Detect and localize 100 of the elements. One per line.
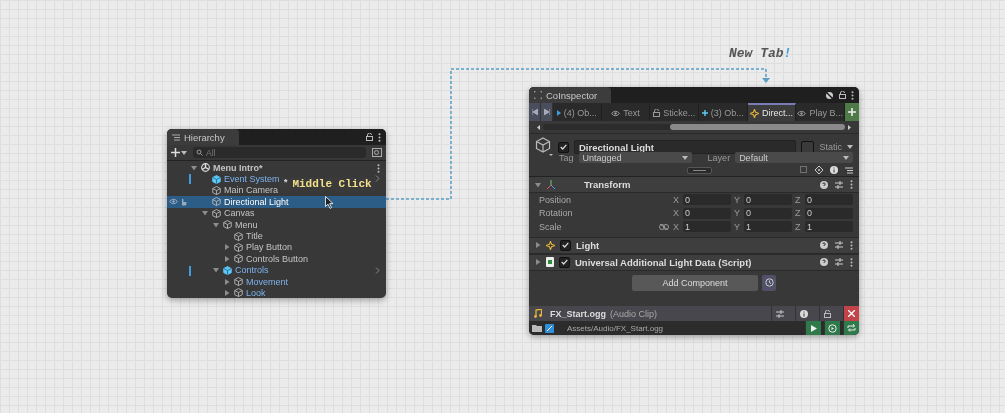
number-field[interactable]: 1: [805, 221, 853, 233]
collapsed-arrow-icon[interactable]: [535, 242, 541, 248]
sliders-icon[interactable]: [835, 241, 843, 249]
more-icon[interactable]: [850, 180, 853, 189]
more-icon[interactable]: [378, 132, 381, 142]
cube-icon: [212, 174, 221, 184]
folder-icon[interactable]: [532, 324, 542, 332]
number-field[interactable]: 0: [805, 207, 853, 219]
add-button[interactable]: [171, 148, 187, 157]
axis-label: Z: [795, 194, 802, 205]
number-field[interactable]: 1: [744, 221, 792, 233]
inspector-tab[interactable]: CoInspector: [529, 87, 612, 103]
lock-icon[interactable]: [839, 91, 846, 99]
scene-search-icon[interactable]: [372, 148, 382, 157]
lock-icon[interactable]: [824, 309, 831, 318]
expanded-arrow-icon[interactable]: [213, 267, 219, 274]
help-icon[interactable]: [820, 180, 828, 189]
play-button[interactable]: [805, 321, 821, 335]
autoplay-button[interactable]: [824, 321, 840, 335]
collapse-handle-icon[interactable]: [687, 166, 712, 174]
tag-dropdown[interactable]: Untagged: [578, 152, 692, 163]
cube-icon: [234, 254, 243, 264]
number-field[interactable]: 0: [683, 194, 731, 206]
active-checkbox[interactable]: [558, 141, 569, 153]
help-icon[interactable]: [820, 241, 828, 249]
tree-item[interactable]: Title: [246, 231, 263, 242]
number-field[interactable]: 0: [683, 207, 731, 219]
tree-item[interactable]: Main Camera: [224, 185, 279, 196]
tree-item[interactable]: Controls: [235, 265, 269, 276]
collapsed-arrow-icon[interactable]: [224, 290, 230, 296]
layer-dropdown[interactable]: Default: [735, 152, 853, 163]
expanded-arrow-icon[interactable]: [191, 164, 197, 171]
inspector-tab-button[interactable]: Play B...: [796, 103, 846, 121]
lock-icon[interactable]: [653, 109, 661, 117]
axis-label: X: [673, 194, 680, 205]
sliders-icon: [775, 309, 784, 318]
tree-item[interactable]: Menu Intro*: [213, 162, 263, 173]
number-field[interactable]: 1: [683, 221, 731, 233]
list-icon[interactable]: [845, 166, 853, 174]
sliders-icon[interactable]: [835, 258, 843, 266]
info-button[interactable]: [795, 306, 811, 321]
list-icon: [172, 133, 180, 141]
sliders-icon[interactable]: [835, 180, 843, 189]
asset-type: (Audio Clip): [610, 308, 658, 319]
info-icon[interactable]: [830, 166, 838, 174]
collapsed-arrow-icon[interactable]: [224, 244, 230, 251]
collapsed-arrow-icon[interactable]: [535, 259, 541, 265]
close-button[interactable]: [843, 306, 859, 321]
select-icon[interactable]: [800, 166, 808, 174]
scroll-right-icon[interactable]: [848, 124, 851, 130]
more-icon[interactable]: [850, 257, 853, 267]
number-field[interactable]: 0: [744, 194, 792, 206]
cursor-icon: [325, 196, 334, 209]
search-field[interactable]: All: [193, 147, 366, 158]
history-button[interactable]: [762, 274, 776, 291]
lock-icon[interactable]: [366, 133, 373, 141]
tree-item[interactable]: Menu: [235, 219, 258, 230]
more-icon[interactable]: [850, 240, 853, 250]
expanded-arrow-icon[interactable]: [202, 210, 208, 217]
component-header[interactable]: Light: [529, 236, 859, 254]
more-icon[interactable]: [851, 90, 854, 100]
eye-icon[interactable]: [169, 198, 178, 206]
component-header[interactable]: Transform: [529, 177, 859, 193]
tree-item[interactable]: Canvas: [224, 208, 255, 219]
help-icon[interactable]: [820, 258, 828, 266]
hierarchy-tab[interactable]: Hierarchy: [167, 129, 239, 145]
number-field[interactable]: 0: [744, 207, 792, 219]
tree-item[interactable]: Movement: [246, 276, 289, 287]
inspector-tab-button[interactable]: (3) Ob...: [699, 103, 748, 121]
loop-button[interactable]: [843, 321, 859, 335]
inspector-tab-button[interactable]: Sticke...: [650, 103, 699, 121]
collapsed-arrow-icon[interactable]: [224, 278, 230, 285]
first-tab-button[interactable]: [529, 103, 541, 121]
enabled-checkbox[interactable]: [559, 256, 570, 268]
prefab-marker: [189, 174, 191, 185]
inspector-tab-button[interactable]: Direct...: [747, 103, 797, 121]
tree-item[interactable]: Controls Button: [246, 253, 309, 264]
target-icon[interactable]: [815, 166, 823, 174]
link-icon[interactable]: [659, 223, 669, 230]
number-field[interactable]: 0: [805, 194, 853, 206]
enabled-checkbox[interactable]: [560, 239, 571, 251]
debug-icon[interactable]: [825, 90, 834, 100]
tree-item[interactable]: Directional Light: [224, 196, 289, 207]
selected-row-highlight[interactable]: Directional Light: [167, 196, 386, 208]
add-component-button[interactable]: Add Component: [632, 274, 758, 291]
settings-button[interactable]: [771, 306, 787, 321]
tree-item[interactable]: Play Button: [246, 242, 293, 253]
hand-icon[interactable]: [180, 198, 187, 207]
collapsed-arrow-icon[interactable]: [224, 255, 230, 262]
scroll-left-icon[interactable]: [537, 124, 540, 130]
tree-item[interactable]: Event System: [224, 174, 280, 185]
edit-icon[interactable]: [545, 323, 554, 333]
more-icon[interactable]: [377, 164, 380, 173]
asset-name: FX_Start.ogg: [550, 308, 606, 319]
scrollbar[interactable]: [543, 124, 845, 130]
expanded-arrow-icon[interactable]: [213, 221, 219, 228]
scroll-thumb[interactable]: [669, 124, 845, 130]
tree-item[interactable]: Look: [246, 288, 266, 298]
expanded-arrow-icon[interactable]: [535, 181, 541, 188]
last-tab-button[interactable]: [541, 103, 553, 121]
